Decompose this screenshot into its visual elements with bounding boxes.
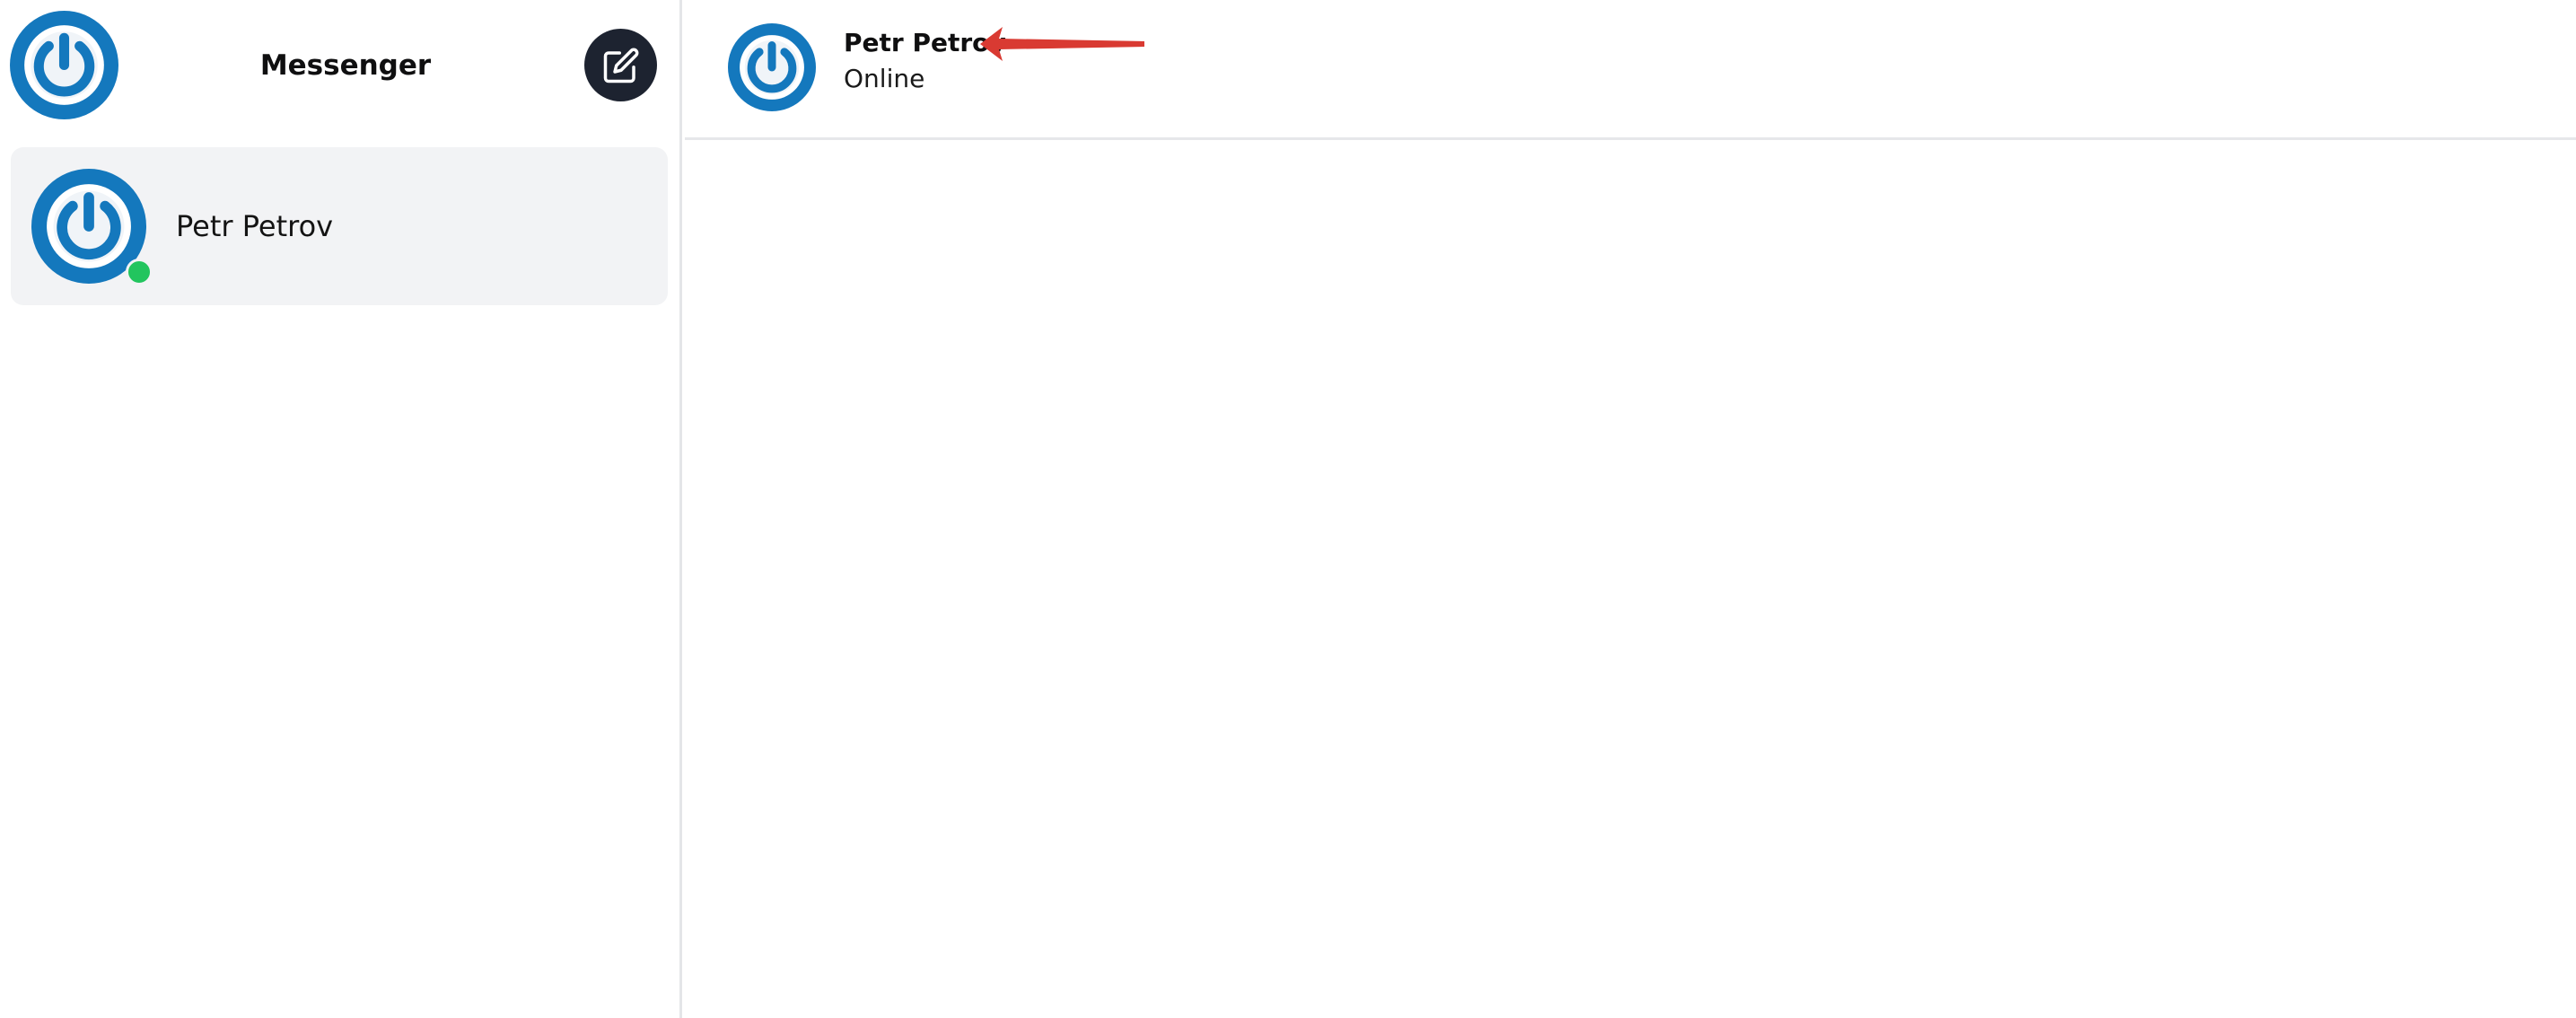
conversation-name: Petr Petrov bbox=[176, 209, 334, 243]
online-status-dot bbox=[126, 259, 153, 285]
red-arrow-icon bbox=[980, 27, 1144, 61]
conversation-list: Petr Petrov bbox=[11, 147, 668, 305]
chat-header: Petr Petrov Online bbox=[685, 0, 2576, 140]
messenger-app: Messenger Petr Petrov Petr Petrov Online bbox=[0, 0, 2576, 1018]
avatar bbox=[31, 169, 153, 285]
chat-panel: Petr Petrov Online bbox=[685, 0, 2576, 1018]
sidebar-header: Messenger bbox=[0, 0, 679, 135]
message-area bbox=[685, 140, 2576, 1018]
chat-contact-status: Online bbox=[844, 64, 925, 93]
sidebar: Messenger Petr Petrov bbox=[0, 0, 682, 1018]
conversation-item[interactable]: Petr Petrov bbox=[11, 147, 668, 305]
compose-button[interactable] bbox=[584, 29, 657, 101]
app-title: Messenger bbox=[259, 49, 432, 82]
power-logo-icon[interactable] bbox=[728, 23, 816, 111]
edit-icon bbox=[603, 48, 638, 83]
power-logo-icon bbox=[10, 11, 118, 119]
